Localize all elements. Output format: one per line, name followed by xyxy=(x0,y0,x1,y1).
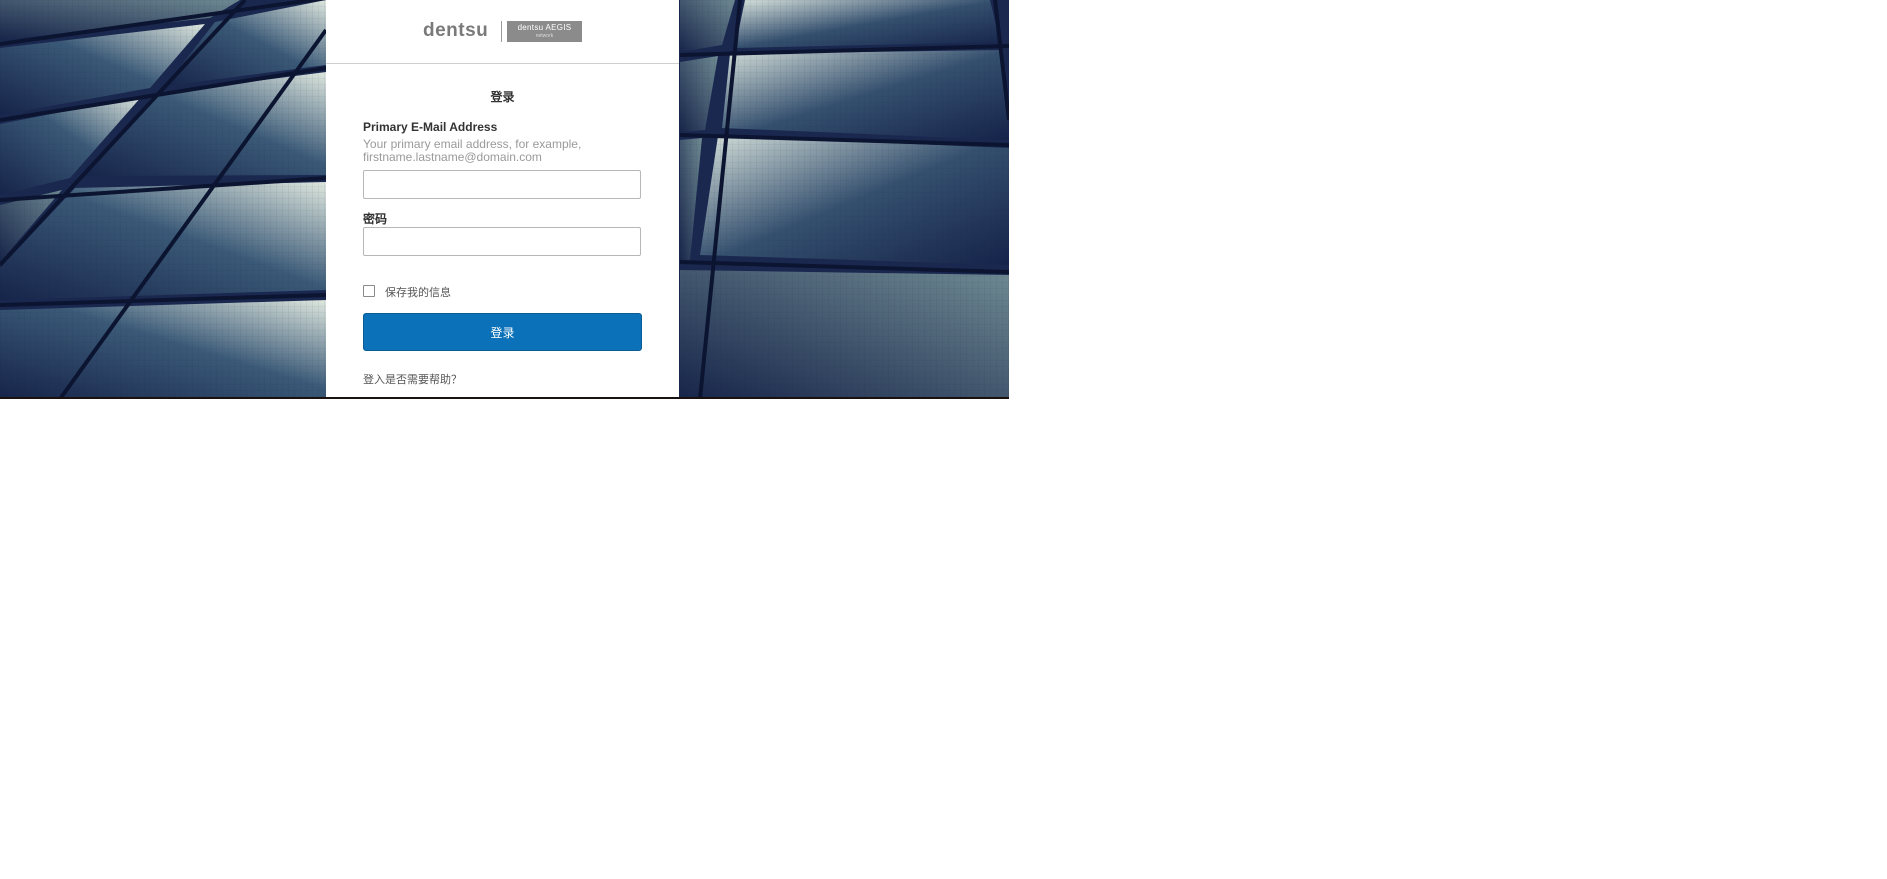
remember-me-checkbox[interactable] xyxy=(363,285,375,297)
dentsu-aegis-logo: dentsu AEGIS network xyxy=(507,21,582,42)
dentsu-logo: dentsu xyxy=(423,20,489,41)
logo-divider xyxy=(501,21,502,42)
email-label: Primary E-Mail Address xyxy=(363,120,498,134)
login-panel: dentsu dentsu AEGIS network 登录 Primary E… xyxy=(326,0,679,399)
login-help-link[interactable]: 登入是否需要帮助？ xyxy=(363,371,462,387)
page-viewport: dentsu dentsu AEGIS network 登录 Primary E… xyxy=(0,0,1009,399)
bottom-edge-bar xyxy=(0,397,1009,399)
email-field[interactable] xyxy=(363,170,641,199)
password-label: 密码 xyxy=(363,212,388,226)
logo-badge-main: dentsu AEGIS xyxy=(517,23,572,32)
email-hint: Your primary email address, for example,… xyxy=(363,137,582,164)
login-button[interactable]: 登录 xyxy=(363,313,642,351)
login-heading: 登录 xyxy=(490,90,515,104)
brand-header: dentsu dentsu AEGIS network xyxy=(326,0,679,64)
logo-badge-sub: network xyxy=(535,33,554,39)
password-field[interactable] xyxy=(363,227,641,256)
remember-me-label[interactable]: 保存我的信息 xyxy=(385,284,451,300)
